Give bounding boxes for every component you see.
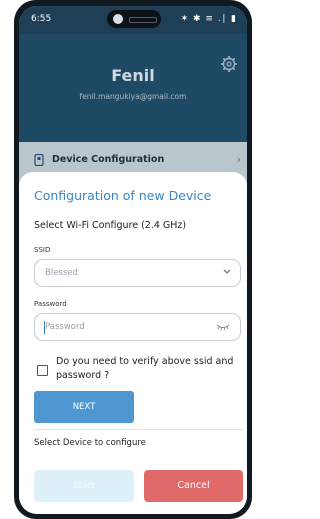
device-icon	[34, 154, 44, 166]
menu-item-label: Device Configuration	[52, 154, 165, 165]
profile-name: Fenil	[111, 66, 155, 85]
menu-item-device-configuration[interactable]: Device Configuration ›	[19, 148, 247, 172]
eye-closed-icon[interactable]	[216, 323, 230, 331]
chevron-down-icon	[223, 269, 231, 274]
ssid-selected-value: Blessed	[45, 268, 78, 278]
cancel-button[interactable]: Cancel	[144, 470, 243, 502]
configuration-dialog: Configuration of new Device Select Wi-Fi…	[19, 172, 247, 514]
dialog-title: Configuration of new Device	[34, 188, 212, 203]
password-label: Password	[34, 300, 67, 308]
camera-lens	[113, 14, 123, 24]
earpiece-speaker	[129, 17, 157, 23]
ssid-label: SSID	[34, 246, 51, 254]
wifi-heading: Select Wi-Fi Configure (2.4 GHz)	[34, 220, 187, 231]
verify-checkbox[interactable]	[37, 365, 48, 376]
front-camera	[107, 10, 161, 28]
password-placeholder: Password	[45, 322, 85, 332]
phone-frame: 6:55 ✶ ✱ ≡ .∣ ▮ Fenil fenil.mangukiya@gm…	[0, 0, 264, 519]
app-screen: 6:55 ✶ ✱ ≡ .∣ ▮ Fenil fenil.mangukiya@gm…	[19, 6, 247, 514]
select-device-label: Select Device to configure	[34, 438, 146, 448]
password-input[interactable]: Password	[34, 313, 241, 341]
profile-header: Fenil fenil.mangukiya@gmail.com	[19, 34, 247, 142]
profile-email: fenil.mangukiya@gmail.com	[79, 92, 187, 101]
verify-label: Do you need to verify above ssid and pas…	[56, 356, 234, 381]
divider	[34, 429, 243, 430]
status-bar: 6:55 ✶ ✱ ≡ .∣ ▮	[19, 6, 247, 34]
ssid-dropdown[interactable]: Blessed	[34, 259, 241, 287]
chevron-right-icon: ›	[236, 153, 241, 166]
gear-icon[interactable]	[221, 56, 237, 72]
start-button[interactable]: Start	[34, 470, 134, 502]
status-icons: ✶ ✱ ≡ .∣ ▮	[180, 14, 237, 24]
next-button[interactable]: NEXT	[34, 391, 134, 423]
status-time: 6:55	[31, 14, 52, 24]
